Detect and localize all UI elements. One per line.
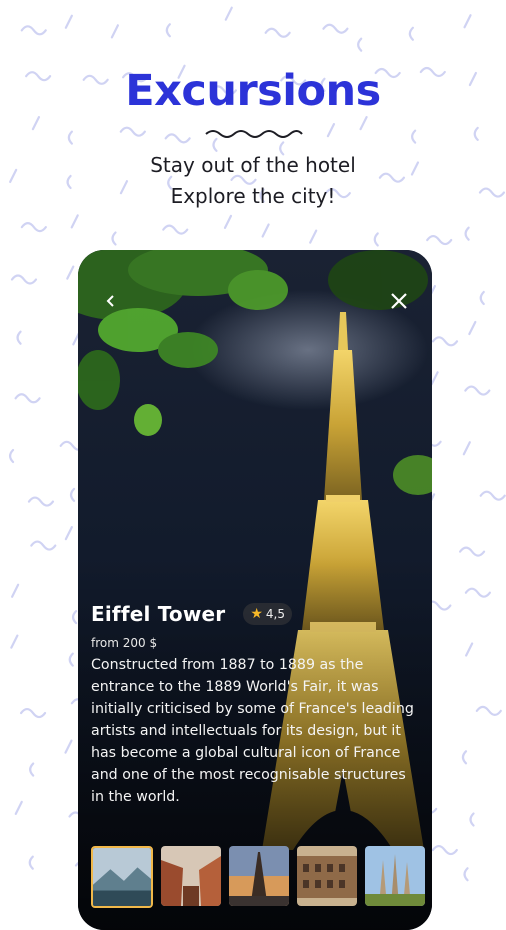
subtitle-line-1: Stay out of the hotel [150,153,356,177]
page-title: Excursions [125,66,381,116]
place-price: from 200 $ [91,636,158,650]
close-button[interactable] [384,286,414,316]
squiggle-divider [205,130,303,138]
thumbnail-mountain-lake[interactable] [91,846,153,908]
thumbnail-red-canyon[interactable] [161,846,221,906]
rating-value: 4,5 [265,607,285,621]
thumbnail-eiffel-tower-sunset[interactable] [229,846,289,906]
place-header: Eiffel Tower ★ 4,5 [91,602,421,626]
subtitle: Stay out of the hotel Explore the city! [0,150,506,212]
back-button[interactable] [96,286,126,316]
close-icon [391,293,407,309]
excursion-card: Eiffel Tower ★ 4,5 from 200 $ Constructe… [78,250,432,930]
subtitle-line-2: Explore the city! [170,184,336,208]
thumbnail-colosseum[interactable] [297,846,357,906]
star-icon: ★ [250,606,263,622]
chevron-left-icon [106,295,114,307]
thumbnail-strip [91,846,425,908]
eiffel-tower-photo [78,250,432,930]
thumbnail-sagrada-familia[interactable] [365,846,425,906]
place-description: Constructed from 1887 to 1889 as the ent… [91,657,414,805]
place-name: Eiffel Tower [91,602,226,626]
rating-badge: ★ 4,5 [243,603,292,625]
place-info: Eiffel Tower ★ 4,5 from 200 $ Constructe… [91,602,421,808]
